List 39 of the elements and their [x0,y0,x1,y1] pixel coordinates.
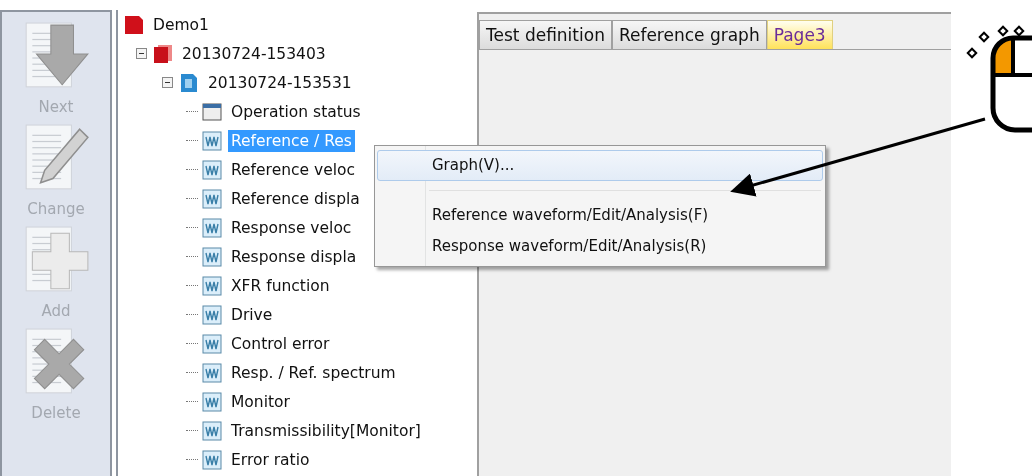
waveform-icon [202,391,222,412]
tree-item[interactable]: Response displa [228,245,360,268]
collapse-toggle[interactable] [162,77,173,88]
tree-item[interactable]: Reference veloc [228,158,358,181]
tree-item[interactable]: Reference displa [228,187,363,210]
tree-item[interactable]: Monitor [228,390,293,413]
tree-item[interactable]: Control error [228,332,333,355]
tree-item[interactable]: Operation status [228,100,364,123]
waveform-icon [202,246,222,267]
tree-item[interactable]: Transmissibility[Monitor] [228,419,424,442]
waveform-icon [202,275,222,296]
tree-item[interactable]: XFR function [228,274,333,297]
waveform-icon [202,217,222,238]
waveform-icon [202,333,222,354]
tab[interactable]: Reference graph [611,20,767,49]
waveform-icon [202,420,222,441]
tree-item[interactable]: 20130724-153403 [179,42,329,65]
waveform-icon [202,130,222,151]
waveform-icon [202,304,222,325]
menu-item[interactable]: Response waveform/Edit/Analysis(R) [377,231,823,262]
project-icon [124,14,144,35]
document-icon [179,72,199,93]
waveform-icon [202,159,222,180]
menu-item[interactable]: Reference waveform/Edit/Analysis(F) [377,200,823,231]
collapse-toggle[interactable] [136,48,147,59]
tree-item[interactable]: Error ratio [228,448,313,471]
tree-item[interactable]: Demo1 [150,13,212,36]
waveform-icon [202,449,222,470]
window-icon [202,101,222,122]
tree-item[interactable]: 20130724-153531 [205,71,355,94]
waveform-icon [202,188,222,209]
tree-item[interactable]: Response veloc [228,216,355,239]
tree-item[interactable]: Resp. / Ref. spectrum [228,361,399,384]
menu-item[interactable]: Graph(V)... [377,150,823,181]
tab[interactable]: Page3 [766,20,833,49]
stacked-pages-icon [153,43,173,64]
tab[interactable]: Test definition [479,20,612,49]
tree-item[interactable]: Drive [228,303,276,326]
waveform-icon [202,362,222,383]
